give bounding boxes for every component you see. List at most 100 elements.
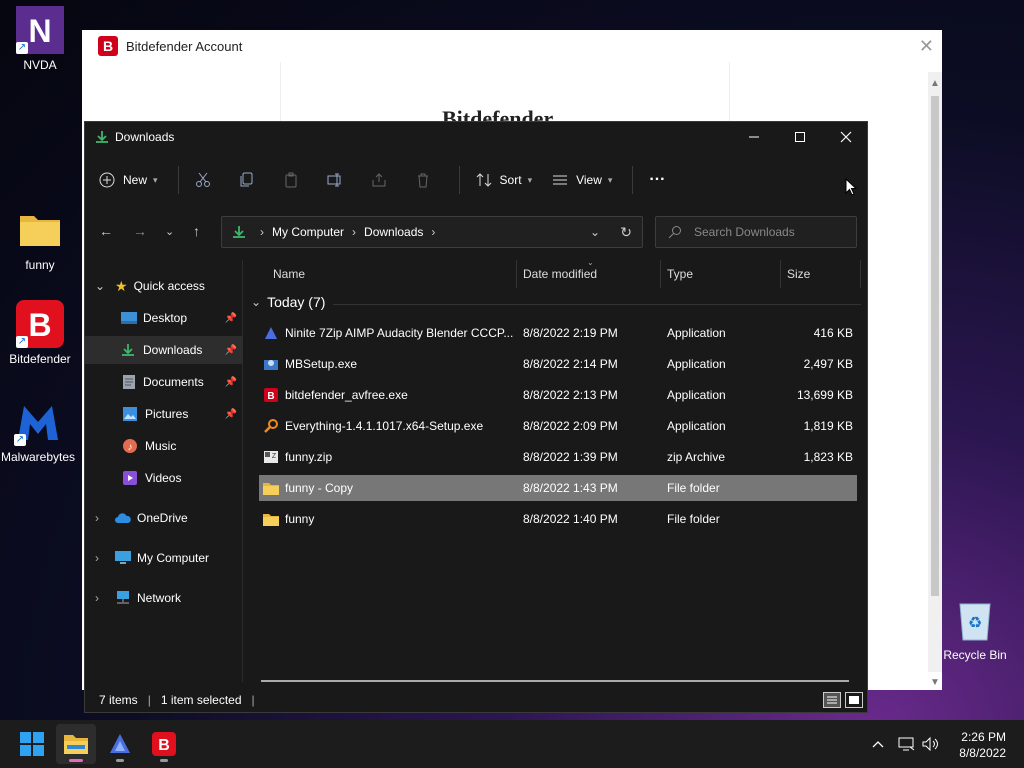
sidebar-item-music[interactable]: ♪ Music [85, 432, 243, 460]
more-options-button[interactable]: ··· [649, 171, 665, 189]
address-dropdown-chevron-icon[interactable]: ⌄ [590, 225, 600, 239]
column-header-size[interactable]: Size [785, 260, 861, 288]
taskbar-file-explorer[interactable] [56, 724, 96, 764]
sort-button[interactable]: Sort ▾ [476, 172, 533, 188]
address-bar[interactable]: › My Computer › Downloads › ⌄ ↻ [221, 216, 643, 248]
table-row[interactable]: B bitdefender_avfree.exe 8/8/2022 2:13 P… [259, 382, 857, 408]
up-arrow-icon[interactable]: ↑ [193, 223, 200, 239]
downloads-icon [95, 130, 109, 144]
share-icon[interactable] [371, 172, 387, 188]
column-header-label: Date modified [523, 267, 598, 281]
file-date: 8/8/2022 1:43 PM [523, 481, 618, 495]
paste-icon[interactable] [283, 172, 299, 188]
file-explorer-window: Downloads New ▾ Sort ▾ View ▾ ··· ← → ⌄ … [84, 121, 868, 713]
cut-icon[interactable] [195, 172, 211, 188]
new-button-label: New [123, 173, 148, 187]
scroll-up-icon[interactable]: ▲ [930, 78, 940, 89]
show-hidden-icons-button[interactable] [872, 720, 884, 768]
bitdefender-icon: B [152, 732, 176, 756]
breadcrumb-downloads[interactable]: Downloads [364, 225, 423, 239]
scroll-down-icon[interactable]: ▼ [930, 677, 940, 688]
sidebar-item-label: Quick access [133, 279, 205, 293]
sidebar-item-pictures[interactable]: Pictures 📌 [85, 400, 243, 428]
horizontal-scrollbar[interactable] [261, 680, 849, 682]
new-button[interactable]: New ▾ [99, 172, 158, 188]
details-view-button[interactable] [823, 692, 841, 708]
sidebar-item-my-computer[interactable]: › My Computer [85, 544, 243, 572]
running-indicator [160, 759, 168, 762]
file-date: 8/8/2022 1:39 PM [523, 450, 618, 464]
svg-text:B: B [158, 737, 170, 754]
table-row[interactable]: funny 8/8/2022 1:40 PM File folder [259, 506, 857, 532]
scrollbar[interactable]: ▲ ▼ [928, 72, 942, 688]
column-header-name[interactable]: Name [273, 260, 517, 288]
sidebar-item-onedrive[interactable]: › OneDrive [85, 504, 243, 532]
explorer-window-title: Downloads [115, 130, 175, 144]
copy-icon[interactable] [239, 172, 255, 188]
malwarebytes-icon: ↗ [14, 398, 62, 446]
desktop-icon-nvda[interactable]: N ↗ NVDA [0, 6, 80, 72]
sidebar-item-videos[interactable]: Videos [85, 464, 243, 492]
network-tray-icon[interactable] [898, 720, 916, 768]
file-name: funny.zip [285, 450, 333, 464]
start-button[interactable] [12, 724, 52, 764]
sidebar-item-downloads[interactable]: Downloads 📌 [85, 336, 243, 364]
desktop-icon-bitdefender[interactable]: B ↗ Bitdefender [0, 300, 80, 366]
taskbar-bitdefender[interactable]: B [144, 724, 184, 764]
refresh-icon[interactable]: ↻ [620, 224, 632, 241]
rename-icon[interactable] [327, 172, 343, 188]
pin-icon: 📌 [224, 344, 237, 356]
delete-icon[interactable] [415, 172, 431, 188]
table-row[interactable]: MBSetup.exe 8/8/2022 2:14 PM Application… [259, 351, 857, 377]
column-header-date-modified[interactable]: Date modified ⌄ [521, 258, 661, 288]
sidebar-item-label: My Computer [137, 551, 210, 565]
sort-indicator-icon: ⌄ [587, 258, 594, 267]
desktop-icon-malwarebytes[interactable]: ↗ Malwarebytes [0, 398, 78, 464]
breadcrumb-separator-icon: › [352, 225, 357, 239]
file-date: 8/8/2022 1:40 PM [523, 512, 618, 526]
scrollbar-thumb[interactable] [931, 96, 939, 596]
file-type: zip Archive [667, 450, 726, 464]
taskbar: B 2:26 PM 8/8/2022 [0, 720, 1024, 768]
group-header-today[interactable]: ⌄ Today (7) [251, 294, 325, 310]
table-row[interactable]: Ninite 7Zip AIMP Audacity Blender CCCP..… [259, 320, 857, 346]
forward-arrow-icon[interactable]: → [133, 223, 147, 239]
sidebar-item-quick-access[interactable]: ⌄ ★ Quick access [85, 272, 243, 300]
view-button[interactable]: View ▾ [552, 172, 612, 188]
large-icons-view-button[interactable] [845, 692, 863, 708]
documents-icon [123, 375, 135, 389]
minimize-button[interactable] [731, 122, 777, 152]
taskbar-clock[interactable]: 2:26 PM 8/8/2022 [959, 729, 1006, 761]
back-arrow-icon[interactable]: ← [99, 223, 113, 239]
sidebar-item-desktop[interactable]: Desktop 📌 [85, 304, 243, 332]
column-header-type[interactable]: Type [665, 260, 781, 288]
desktop-icon-recycle-bin[interactable]: ♻ Recycle Bin [935, 596, 1015, 662]
chevron-right-icon: › [95, 511, 99, 525]
table-row[interactable]: Everything-1.4.1.1017.x64-Setup.exe 8/8/… [259, 413, 857, 439]
breadcrumb-my-computer[interactable]: My Computer [272, 225, 344, 239]
file-type: Application [667, 419, 726, 433]
computer-icon [115, 551, 131, 565]
close-button[interactable] [823, 122, 869, 152]
volume-icon[interactable] [922, 720, 940, 768]
maximize-button[interactable] [777, 122, 823, 152]
bitdefender-app-icon: B [263, 387, 279, 403]
shortcut-arrow-icon: ↗ [14, 434, 26, 446]
sidebar-item-network[interactable]: › Network [85, 584, 243, 612]
file-name-cell: B bitdefender_avfree.exe [263, 382, 513, 408]
taskbar-app-installer[interactable] [100, 724, 140, 764]
recent-locations-chevron-icon[interactable]: ⌄ [165, 225, 174, 238]
chevron-down-icon: ▾ [527, 174, 533, 185]
file-name: Everything-1.4.1.1017.x64-Setup.exe [285, 419, 484, 433]
desktop-icon-funny[interactable]: funny [0, 206, 80, 272]
table-row-selected[interactable]: funny - Copy 8/8/2022 1:43 PM File folde… [259, 475, 857, 501]
sidebar-item-label: Videos [145, 471, 182, 485]
shortcut-arrow-icon: ↗ [16, 42, 28, 54]
column-header-label: Type [667, 267, 694, 281]
table-row[interactable]: Z funny.zip 8/8/2022 1:39 PM zip Archive… [259, 444, 857, 470]
close-icon[interactable]: ✕ [919, 36, 934, 57]
search-box[interactable]: Search Downloads [655, 216, 857, 248]
sidebar-item-documents[interactable]: Documents 📌 [85, 368, 243, 396]
plus-circle-icon [99, 172, 115, 188]
zip-archive-icon: Z [263, 449, 279, 465]
